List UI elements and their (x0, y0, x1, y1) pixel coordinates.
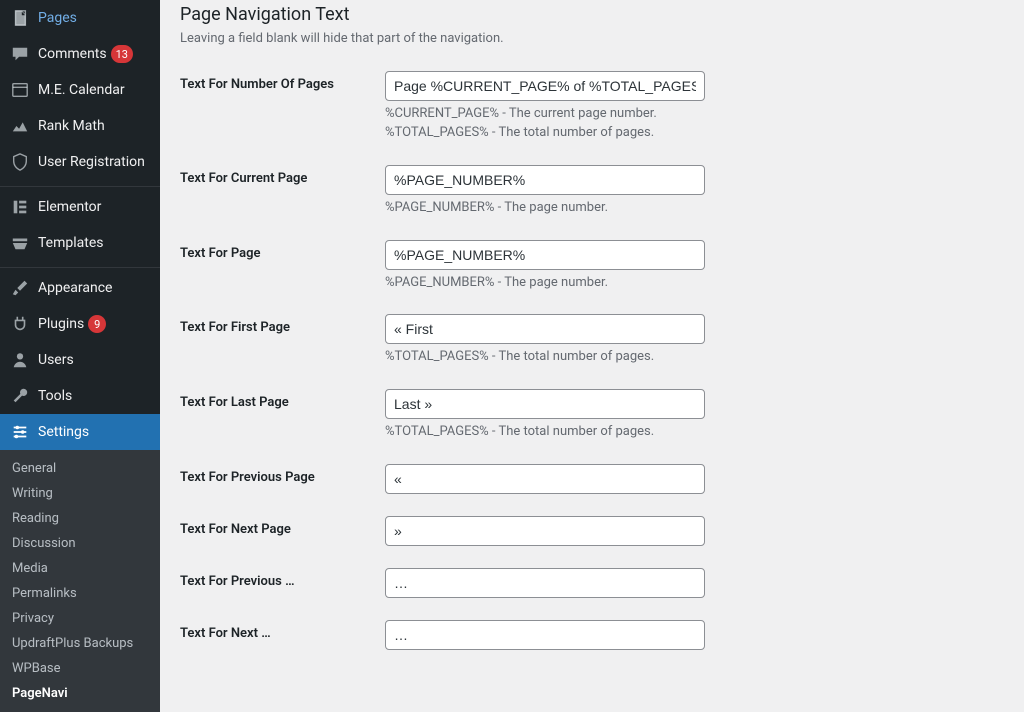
field-label: Text For Previous Page (180, 464, 385, 485)
input-next-ellipsis[interactable] (385, 620, 705, 650)
sidebar-item-pages[interactable]: Pages (0, 0, 160, 36)
field-label: Text For Next … (180, 620, 385, 641)
settings-content: Page Navigation Text Leaving a field bla… (160, 0, 1024, 679)
sidebar-item-comments[interactable]: Comments 13 (0, 36, 160, 72)
sidebar-item-user-registration[interactable]: User Registration (0, 144, 160, 180)
row-first-page: Text For First Page %TOTAL_PAGES% - The … (180, 314, 1004, 367)
sub-item-media[interactable]: Media (0, 556, 160, 581)
settings-submenu: General Writing Reading Discussion Media… (0, 450, 160, 712)
field-label: Text For Page (180, 240, 385, 261)
plug-icon (10, 314, 30, 334)
sidebar-item-rank-math[interactable]: Rank Math (0, 108, 160, 144)
field-help: %PAGE_NUMBER% - The page number. (385, 274, 705, 293)
field-help: %TOTAL_PAGES% - The total number of page… (385, 348, 705, 367)
sub-item-privacy[interactable]: Privacy (0, 606, 160, 631)
row-next-page: Text For Next Page (180, 516, 1004, 546)
field-label: Text For Number Of Pages (180, 71, 385, 92)
input-previous-page[interactable] (385, 464, 705, 494)
field-label: Text For Current Page (180, 165, 385, 186)
sidebar-item-label: Tools (38, 388, 72, 404)
elementor-icon (10, 197, 30, 217)
row-page: Text For Page %PAGE_NUMBER% - The page n… (180, 240, 1004, 293)
user-icon (10, 350, 30, 370)
sidebar-item-tools[interactable]: Tools (0, 378, 160, 414)
sub-item-discussion[interactable]: Discussion (0, 531, 160, 556)
sidebar-item-label: Appearance (38, 280, 112, 296)
input-first-page[interactable] (385, 314, 705, 344)
sidebar-item-plugins[interactable]: Plugins 9 (0, 306, 160, 342)
field-label: Text For Next Page (180, 516, 385, 537)
sub-item-wpbase[interactable]: WPBase (0, 656, 160, 681)
sidebar-item-elementor[interactable]: Elementor (0, 186, 160, 225)
sidebar-item-appearance[interactable]: Appearance (0, 267, 160, 306)
comments-badge: 13 (111, 45, 133, 63)
sidebar-item-label: Plugins (38, 316, 84, 332)
field-label: Text For Previous … (180, 568, 385, 589)
page-title: Page Navigation Text (180, 4, 1004, 25)
sidebar-item-label: User Registration (38, 154, 145, 170)
sidebar-item-label: Elementor (38, 199, 101, 215)
sidebar-item-me-calendar[interactable]: M.E. Calendar (0, 72, 160, 108)
sliders-icon (10, 422, 30, 442)
templates-icon (10, 233, 30, 253)
sidebar-item-users[interactable]: Users (0, 342, 160, 378)
sub-item-permalinks[interactable]: Permalinks (0, 581, 160, 606)
row-next-ellipsis: Text For Next … (180, 620, 1004, 650)
field-help: %TOTAL_PAGES% - The total number of page… (385, 423, 705, 442)
sidebar-item-label: Settings (38, 424, 89, 440)
sidebar-item-label: Templates (38, 235, 104, 251)
row-current-page: Text For Current Page %PAGE_NUMBER% - Th… (180, 165, 1004, 218)
sub-item-pagenavi[interactable]: PageNavi (0, 681, 160, 706)
sub-item-general[interactable]: General (0, 456, 160, 481)
field-help: %CURRENT_PAGE% - The current page number… (385, 105, 705, 143)
sub-item-reading[interactable]: Reading (0, 506, 160, 531)
sidebar-item-label: Comments (38, 46, 107, 62)
admin-sidebar: Pages Comments 13 M.E. Calendar Rank Mat… (0, 0, 160, 679)
field-label: Text For First Page (180, 314, 385, 335)
input-current-page[interactable] (385, 165, 705, 195)
row-last-page: Text For Last Page %TOTAL_PAGES% - The t… (180, 389, 1004, 442)
pages-icon (10, 8, 30, 28)
row-previous-ellipsis: Text For Previous … (180, 568, 1004, 598)
sidebar-item-label: Rank Math (38, 118, 105, 134)
row-previous-page: Text For Previous Page (180, 464, 1004, 494)
brush-icon (10, 278, 30, 298)
sidebar-item-settings[interactable]: Settings (0, 414, 160, 450)
row-number-of-pages: Text For Number Of Pages %CURRENT_PAGE% … (180, 71, 1004, 143)
sidebar-item-templates[interactable]: Templates (0, 225, 160, 261)
sidebar-item-label: M.E. Calendar (38, 82, 125, 98)
wrench-icon (10, 386, 30, 406)
sidebar-item-label: Pages (38, 10, 77, 26)
field-help: %PAGE_NUMBER% - The page number. (385, 199, 705, 218)
sub-item-writing[interactable]: Writing (0, 481, 160, 506)
page-description: Leaving a field blank will hide that par… (180, 31, 1004, 46)
input-page[interactable] (385, 240, 705, 270)
input-last-page[interactable] (385, 389, 705, 419)
field-label: Text For Last Page (180, 389, 385, 410)
shield-icon (10, 152, 30, 172)
input-next-page[interactable] (385, 516, 705, 546)
sub-item-updraftplus[interactable]: UpdraftPlus Backups (0, 631, 160, 656)
analytics-icon (10, 116, 30, 136)
calendar-icon (10, 80, 30, 100)
input-number-of-pages[interactable] (385, 71, 705, 101)
sidebar-item-label: Users (38, 352, 74, 368)
plugins-badge: 9 (88, 315, 106, 333)
comment-icon (10, 44, 30, 64)
input-previous-ellipsis[interactable] (385, 568, 705, 598)
